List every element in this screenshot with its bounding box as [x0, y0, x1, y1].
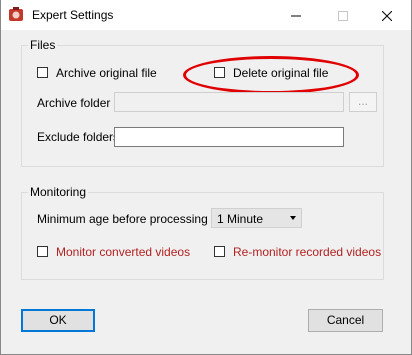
minimize-icon — [291, 15, 301, 17]
archive-original-checkbox[interactable] — [37, 67, 48, 78]
chevron-down-icon — [290, 216, 296, 220]
window-title: Expert Settings — [32, 8, 114, 22]
maximize-icon — [338, 11, 348, 22]
delete-original-checkbox[interactable] — [214, 67, 225, 78]
remonitor-recorded-checkbox[interactable] — [214, 246, 225, 257]
delete-original-label[interactable]: Delete original file — [233, 66, 328, 80]
cancel-button[interactable]: Cancel — [308, 309, 383, 332]
monitor-converted-checkbox[interactable] — [37, 246, 48, 257]
monitoring-group-label: Monitoring — [28, 185, 89, 199]
remonitor-recorded-label[interactable]: Re-monitor recorded videos — [233, 245, 381, 259]
title-bar[interactable]: Expert Settings — [1, 0, 411, 30]
close-icon — [381, 10, 393, 22]
monitoring-group: Monitoring — [21, 185, 384, 280]
app-logo-icon — [8, 6, 24, 22]
min-age-label: Minimum age before processing — [37, 212, 208, 226]
archive-folder-input[interactable] — [114, 92, 344, 112]
files-group-label: Files — [28, 38, 58, 52]
maximize-button[interactable] — [320, 0, 366, 30]
min-age-value: 1 Minute — [217, 212, 264, 226]
minimize-button[interactable] — [273, 0, 319, 30]
close-button[interactable] — [364, 0, 410, 30]
exclude-folders-input[interactable] — [114, 127, 344, 147]
min-age-dropdown[interactable]: 1 Minute — [211, 208, 302, 228]
exclude-folders-label: Exclude folders — [37, 130, 120, 144]
archive-folder-browse-button[interactable]: ... — [349, 92, 377, 112]
archive-folder-label: Archive folder — [37, 96, 111, 110]
settings-window: Expert Settings Files Archive original f… — [0, 0, 412, 355]
archive-original-label[interactable]: Archive original file — [56, 66, 157, 80]
ok-button[interactable]: OK — [21, 309, 95, 332]
monitor-converted-label[interactable]: Monitor converted videos — [56, 245, 190, 259]
